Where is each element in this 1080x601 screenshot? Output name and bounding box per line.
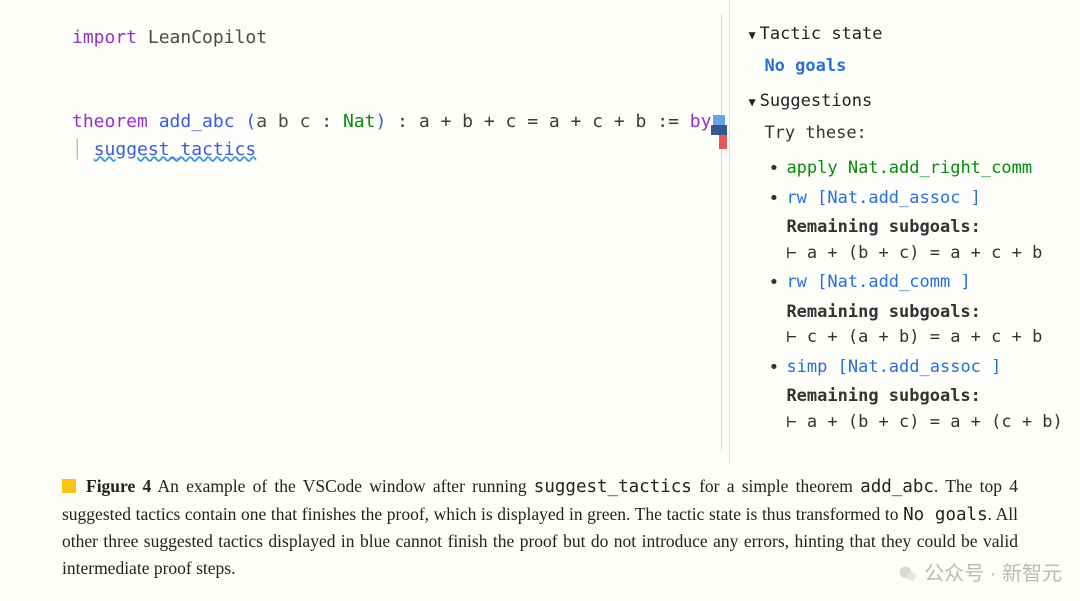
gutter-mark-info[interactable] [713,115,725,125]
suggestions-list: rw [Nat.add_comm ] [768,270,1064,296]
editor-overview-gutter [709,0,729,465]
suggestions-header[interactable]: ▼ Suggestions [748,89,1064,115]
signature: : a + b + c = a + c + b := [386,111,689,132]
top-pane: import LeanCopilot theorem add_abc (a b … [0,0,1080,465]
tactic-args: [Nat.add_assoc ] [827,357,1001,377]
suggestion-item[interactable]: simp [Nat.add_assoc ] [768,355,1064,381]
watermark: 公众号 · 新智元 [898,559,1062,589]
remaining-subgoals-label: Remaining subgoals: [786,215,1064,241]
tactic-args: Nat.add_right_comm [838,158,1032,178]
caption-code: add_abc [860,477,934,497]
type-name: Nat [343,111,376,132]
code-line-3: │ suggest_tactics [72,136,711,164]
tactic-state-header[interactable]: ▼ Tactic state [748,22,1064,48]
module-name: LeanCopilot [148,27,267,48]
gutter-mark-error[interactable] [719,135,727,149]
gutter-mark-cursor[interactable] [711,125,727,135]
subgoal-text: ⊢ a + (b + c) = a + (c + b) [786,410,1064,436]
paren-open: ( [245,111,256,132]
caption-text: An example of the VSCode window after ru… [151,476,534,496]
chevron-down-icon: ▼ [748,93,755,111]
caption-text: for a simple theorem [692,476,860,496]
code-line-1: import LeanCopilot [72,24,711,52]
gutter-strip [721,14,722,451]
remaining-subgoals-label: Remaining subgoals: [786,384,1064,410]
tactic-keyword: rw [786,272,806,292]
suggest-tactics-call[interactable]: suggest_tactics [94,139,257,160]
subgoal-text: ⊢ a + (b + c) = a + c + b [786,241,1064,267]
no-goals-text: No goals [764,54,1064,80]
wechat-icon [898,564,918,584]
keyword-import: import [72,27,137,48]
caption-code: No goals [903,505,988,525]
blank-line [72,80,711,108]
suggestions-list: apply Nat.add_right_comm rw [Nat.add_ass… [768,156,1064,211]
suggestions-list: simp [Nat.add_assoc ] [768,355,1064,381]
tactic-args: [Nat.add_assoc ] [807,188,981,208]
tactic-keyword: simp [786,357,827,377]
suggestion-item[interactable]: apply Nat.add_right_comm [768,156,1064,182]
code-editor[interactable]: import LeanCopilot theorem add_abc (a b … [0,0,729,465]
tactic-state-title: Tactic state [760,22,883,48]
figure-caption: Figure 4 An example of the VSCode window… [0,465,1080,595]
colon: : [310,111,343,132]
blank-line [72,52,711,80]
tactic-keyword: apply [786,158,837,178]
try-these-label: Try these: [764,121,1064,147]
chevron-down-icon: ▼ [748,26,755,44]
infoview-sidebar: ▼ Tactic state No goals ▼ Suggestions Tr… [729,0,1080,465]
remaining-subgoals-label: Remaining subgoals: [786,300,1064,326]
code-line-2: theorem add_abc (a b c : Nat) : a + b + … [72,108,711,136]
param-names: a b c [256,111,310,132]
tactic-args: [Nat.add_comm ] [807,272,971,292]
figure-marker-icon [62,479,76,493]
tactic-keyword: rw [786,188,806,208]
caption-code: suggest_tactics [534,477,692,497]
app-root: import LeanCopilot theorem add_abc (a b … [0,0,1080,601]
theorem-name: add_abc [159,111,235,132]
figure-label: Figure 4 [86,476,151,496]
suggestion-item[interactable]: rw [Nat.add_comm ] [768,270,1064,296]
watermark-text: 公众号 · 新智元 [924,559,1062,589]
paren-close: ) [375,111,386,132]
subgoal-text: ⊢ c + (a + b) = a + c + b [786,325,1064,351]
keyword-by: by [690,111,712,132]
suggestions-title: Suggestions [760,89,873,115]
gutter-marks [709,115,729,149]
indent-guide: │ [72,139,94,160]
keyword-theorem: theorem [72,111,148,132]
suggestion-item[interactable]: rw [Nat.add_assoc ] [768,186,1064,212]
